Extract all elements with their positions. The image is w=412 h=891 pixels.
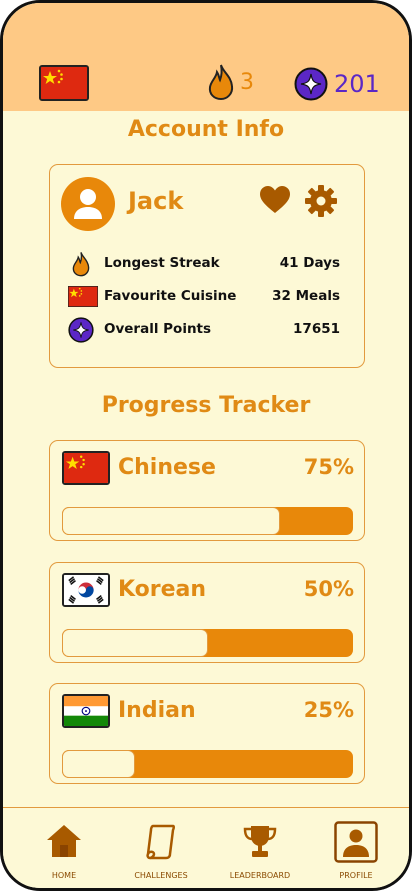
- stat-label: Favourite Cuisine: [104, 288, 237, 304]
- star-badge-icon: [294, 67, 328, 101]
- nav-home[interactable]: HOME: [14, 808, 114, 888]
- account-info-title: Account Info: [127, 117, 285, 142]
- stat-label: Longest Streak: [104, 255, 220, 271]
- cuisine-percent: 50%: [303, 577, 354, 601]
- star-badge-icon: [68, 317, 94, 343]
- progress-card-korean[interactable]: Korean 50%: [49, 562, 365, 663]
- stat-value: 32 Meals: [272, 288, 340, 304]
- top-bar: 3 201: [3, 3, 409, 111]
- progress-bar-remaining: [62, 750, 135, 778]
- progress-bar: [62, 507, 353, 535]
- heart-icon[interactable]: [259, 185, 291, 215]
- account-card: Jack Longest Streak 41 Days Favourite Cu…: [49, 164, 365, 368]
- nav-label: PROFILE: [339, 871, 373, 880]
- user-icon: [74, 189, 102, 219]
- streak-count: 3: [240, 69, 254, 95]
- progress-bar-remaining: [62, 629, 208, 657]
- points-count: 201: [334, 70, 380, 98]
- china-flag-icon[interactable]: [39, 65, 89, 101]
- progress-bar: [62, 750, 353, 778]
- progress-card-chinese[interactable]: Chinese 75%: [49, 440, 365, 541]
- points-counter[interactable]: 201: [294, 66, 380, 102]
- cuisine-name: Korean: [118, 577, 207, 602]
- avatar[interactable]: [61, 177, 115, 231]
- progress-tracker-title: Progress Tracker: [101, 393, 311, 418]
- cuisine-percent: 75%: [303, 455, 354, 479]
- stat-label: Overall Points: [104, 321, 212, 337]
- profile-icon: [334, 821, 378, 863]
- nav-label: HOME: [51, 871, 77, 880]
- stat-value: 17651: [293, 321, 340, 337]
- scroll-icon: [146, 824, 175, 860]
- nav-challenges[interactable]: CHALLENGES: [111, 808, 211, 888]
- korea-flag-icon: [62, 573, 110, 607]
- flame-icon: [208, 64, 234, 101]
- streak-counter[interactable]: 3: [206, 63, 254, 101]
- china-flag-icon: [62, 451, 110, 485]
- stat-longest-streak: Longest Streak 41 Days: [68, 251, 340, 277]
- nav-label: LEADERBOARD: [229, 871, 291, 880]
- stat-value: 41 Days: [279, 255, 340, 271]
- cuisine-name: Indian: [118, 698, 196, 723]
- nav-leaderboard[interactable]: LEADERBOARD: [210, 808, 310, 888]
- china-flag-icon: [68, 286, 98, 307]
- progress-bar: [62, 629, 353, 657]
- stat-overall-points: Overall Points 17651: [68, 317, 340, 343]
- flame-icon: [72, 252, 90, 277]
- username: Jack: [128, 187, 184, 215]
- nav-label: CHALLENGES: [134, 871, 188, 880]
- india-flag-icon: [62, 694, 110, 728]
- trophy-icon: [243, 826, 277, 857]
- nav-profile[interactable]: PROFILE: [306, 808, 406, 888]
- gear-icon[interactable]: [304, 184, 338, 218]
- stat-favourite-cuisine: Favourite Cuisine 32 Meals: [68, 284, 340, 310]
- cuisine-name: Chinese: [118, 455, 216, 480]
- home-icon: [47, 825, 81, 857]
- phone-screen: 3 201 Account Info Jack Longest Streak 4…: [0, 0, 412, 891]
- bottom-nav: HOME CHALLENGES LEADERBOARD PROFILE: [3, 807, 409, 888]
- cuisine-percent: 25%: [303, 698, 354, 722]
- progress-card-indian[interactable]: Indian 25%: [49, 683, 365, 784]
- progress-bar-remaining: [62, 507, 281, 535]
